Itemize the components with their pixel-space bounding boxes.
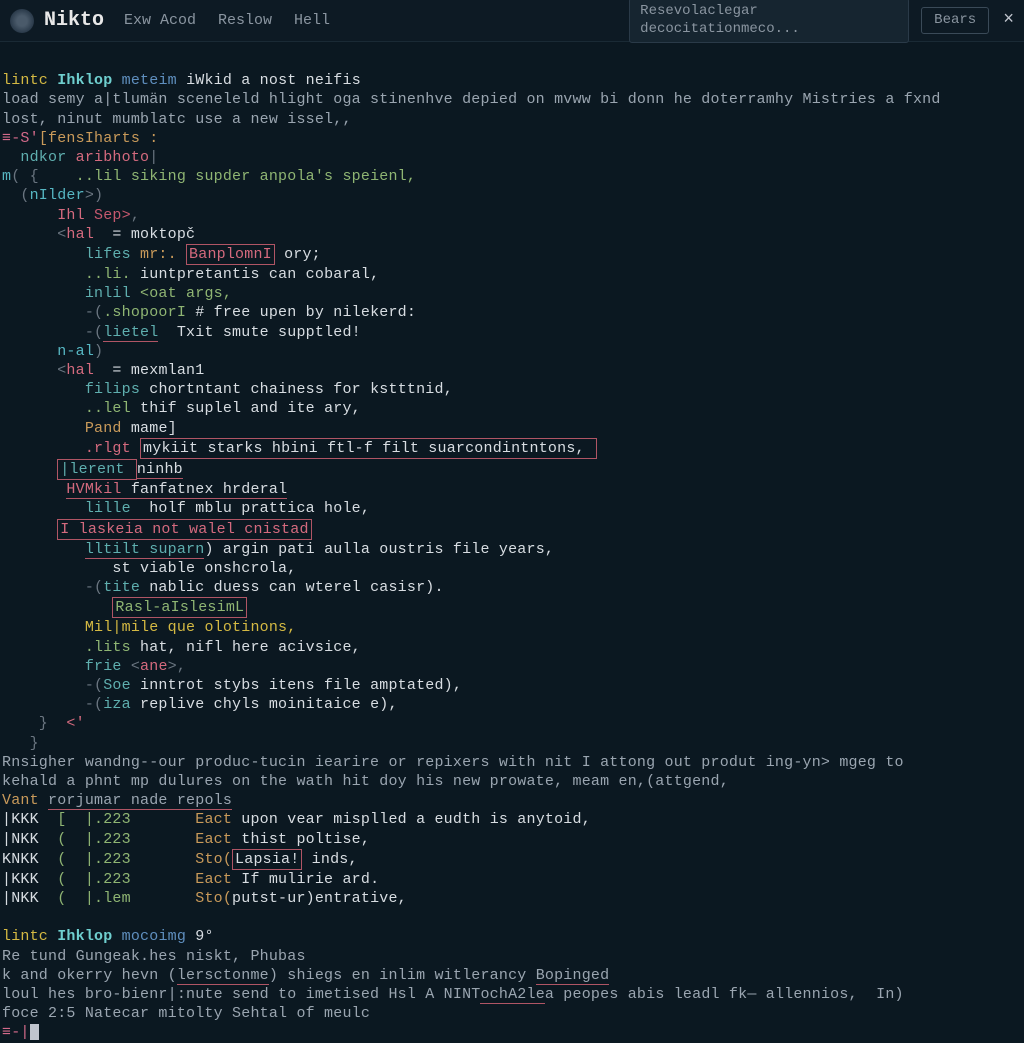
app-name: Nikto bbox=[44, 8, 104, 34]
menu-item-1[interactable]: Reslow bbox=[218, 11, 272, 30]
cursor-icon bbox=[30, 1024, 39, 1040]
search-input[interactable]: Resevolaclegar decocitationmeco... bbox=[629, 0, 909, 43]
app-logo-icon bbox=[10, 9, 34, 33]
bears-button[interactable]: Bears bbox=[921, 7, 989, 35]
menu-item-2[interactable]: Hell bbox=[294, 11, 330, 30]
close-icon[interactable]: × bbox=[1003, 9, 1014, 32]
menu-item-0[interactable]: Exw Acod bbox=[124, 11, 196, 30]
terminal-output: lintc Ihklop meteim iWkid a nost neifis … bbox=[0, 42, 1024, 1043]
